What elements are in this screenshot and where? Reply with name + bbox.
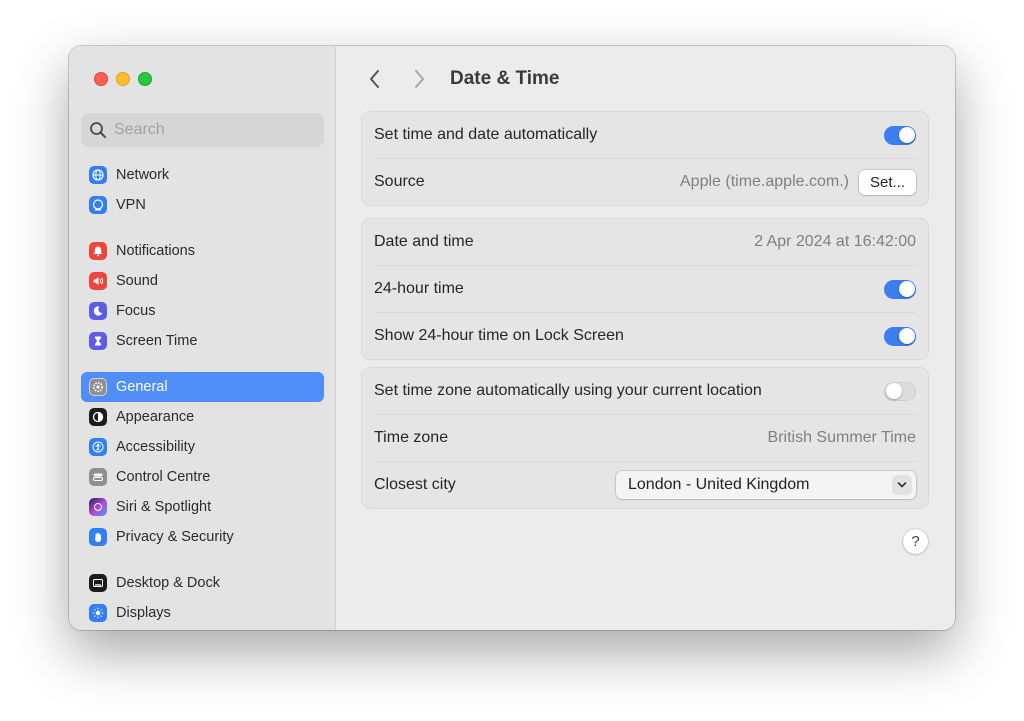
date-time-row: Date and time 2 Apr 2024 at 16:42:00 xyxy=(374,219,916,266)
sun-icon xyxy=(89,604,107,622)
control-centre-icon xyxy=(89,468,107,486)
timezone-value: British Summer Time xyxy=(767,429,916,446)
siri-icon xyxy=(89,498,107,516)
sidebar-item-label: General xyxy=(116,379,168,395)
hand-icon xyxy=(89,528,107,546)
sidebar-item-desktop-dock[interactable]: Desktop & Dock xyxy=(81,568,324,598)
hour24-label: 24-hour time xyxy=(374,280,464,297)
auto-timezone-label: Set time zone automatically using your c… xyxy=(374,382,762,399)
sidebar-item-screen-time[interactable]: Screen Time xyxy=(81,326,324,356)
sidebar-item-label: Focus xyxy=(116,303,156,319)
date-time-label: Date and time xyxy=(374,233,474,250)
sidebar-item-displays[interactable]: Displays xyxy=(81,598,324,628)
hour24-row: 24-hour time xyxy=(374,266,916,313)
sidebar-item-label: Network xyxy=(116,167,170,183)
closest-city-select[interactable]: London - United Kingdom xyxy=(616,471,916,499)
sidebar-item-label: Appearance xyxy=(116,409,195,425)
sidebar-item-focus[interactable]: Focus xyxy=(81,296,324,326)
sidebar-item-general[interactable]: General xyxy=(81,372,324,402)
set-auto-label: Set time and date automatically xyxy=(374,126,598,143)
sidebar-item-label: Desktop & Dock xyxy=(116,575,220,591)
closest-city-value: London - United Kingdom xyxy=(628,476,810,493)
sidebar-item-privacy-security[interactable]: Privacy & Security xyxy=(81,522,324,552)
sidebar-item-label: Privacy & Security xyxy=(116,529,234,545)
vpn-globe-icon xyxy=(89,196,107,214)
timezone-row: Time zone British Summer Time xyxy=(374,415,916,462)
sidebar-item-network[interactable]: Network xyxy=(81,160,324,190)
sidebar-item-sound[interactable]: Sound xyxy=(81,266,324,296)
hourglass-icon xyxy=(89,332,107,350)
set-auto-toggle[interactable] xyxy=(884,125,916,145)
accessibility-icon xyxy=(89,438,107,456)
magnifier-icon xyxy=(90,122,106,138)
title-bar: Date & Time xyxy=(360,66,559,92)
sidebar-item-label: Siri & Spotlight xyxy=(116,499,212,515)
network-globe-icon xyxy=(89,166,107,184)
sidebar-item-label: Control Centre xyxy=(116,469,211,485)
set-auto-row: Set time and date automatically xyxy=(374,112,916,159)
set-source-button[interactable]: Set... xyxy=(858,169,916,195)
back-button[interactable] xyxy=(360,66,390,92)
sidebar-item-appearance[interactable]: Appearance xyxy=(81,402,324,432)
search-input[interactable]: Search xyxy=(81,113,324,147)
zoom-button[interactable] xyxy=(138,72,152,86)
main-pane: Date & Time Set time and date automatica… xyxy=(336,46,955,630)
lock-screen-row: Show 24-hour time on Lock Screen xyxy=(374,313,916,359)
auto-timezone-row: Set time zone automatically using your c… xyxy=(374,368,916,415)
settings-window: Search Network VPN Notifications Sound F… xyxy=(69,46,955,630)
sidebar: Search Network VPN Notifications Sound F… xyxy=(69,46,336,630)
sidebar-item-label: Notifications xyxy=(116,243,195,259)
search-placeholder: Search xyxy=(114,121,165,138)
sidebar-item-label: Accessibility xyxy=(116,439,195,455)
close-button[interactable] xyxy=(94,72,108,86)
format-group: Date and time 2 Apr 2024 at 16:42:00 24-… xyxy=(361,218,929,360)
forward-button[interactable] xyxy=(404,66,434,92)
sidebar-item-accessibility[interactable]: Accessibility xyxy=(81,432,324,462)
sidebar-list: Network VPN Notifications Sound Focus Sc… xyxy=(81,160,324,628)
sidebar-item-siri-spotlight[interactable]: Siri & Spotlight xyxy=(81,492,324,522)
closest-city-label: Closest city xyxy=(374,476,456,493)
chevron-left-icon xyxy=(370,70,379,88)
gear-icon xyxy=(89,378,107,396)
chevron-right-icon xyxy=(415,70,424,88)
source-value: Apple (time.apple.com.) xyxy=(680,173,849,190)
page-title: Date & Time xyxy=(450,68,560,89)
date-time-value: 2 Apr 2024 at 16:42:00 xyxy=(754,233,916,250)
sidebar-item-control-centre[interactable]: Control Centre xyxy=(81,462,324,492)
auto-time-group: Set time and date automatically Source A… xyxy=(361,111,929,206)
sidebar-item-label: VPN xyxy=(116,197,146,213)
appearance-icon xyxy=(89,408,107,426)
sidebar-item-label: Displays xyxy=(116,605,171,621)
chevron-down-icon xyxy=(892,475,912,495)
source-label: Source xyxy=(374,173,425,190)
sidebar-item-label: Screen Time xyxy=(116,333,198,349)
sidebar-item-notifications[interactable]: Notifications xyxy=(81,236,324,266)
closest-city-row: Closest city London - United Kingdom xyxy=(374,462,916,508)
timezone-label: Time zone xyxy=(374,429,449,446)
source-row: Source Apple (time.apple.com.) Set... xyxy=(374,159,916,205)
bell-icon xyxy=(89,242,107,260)
window-controls xyxy=(94,72,152,86)
dock-icon xyxy=(89,574,107,592)
auto-timezone-toggle[interactable] xyxy=(884,381,916,401)
timezone-group: Set time zone automatically using your c… xyxy=(361,367,929,509)
lock-screen-label: Show 24-hour time on Lock Screen xyxy=(374,327,624,344)
speaker-icon xyxy=(89,272,107,290)
help-button[interactable]: ? xyxy=(903,529,928,554)
sidebar-item-label: Sound xyxy=(116,273,158,289)
lock-screen-toggle[interactable] xyxy=(884,326,916,346)
moon-icon xyxy=(89,302,107,320)
hour24-toggle[interactable] xyxy=(884,279,916,299)
sidebar-item-vpn[interactable]: VPN xyxy=(81,190,324,220)
minimize-button[interactable] xyxy=(116,72,130,86)
